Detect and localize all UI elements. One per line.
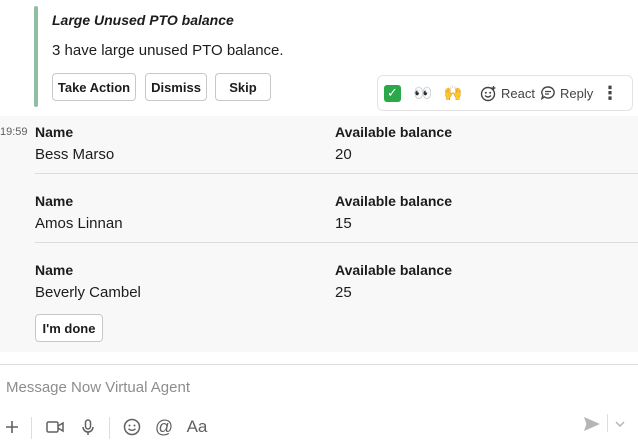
smiley-icon (123, 418, 141, 436)
toolbar-divider (31, 417, 32, 439)
row-1-balance-label: Available balance (335, 124, 452, 140)
row-2-balance-label: Available balance (335, 193, 452, 209)
row-3-balance-label: Available balance (335, 262, 452, 278)
take-action-button[interactable]: Take Action (52, 73, 136, 101)
reply-button[interactable]: Reply (536, 79, 598, 107)
send-options-button[interactable] (612, 412, 628, 436)
plus-icon (5, 420, 19, 434)
check-mark-icon: ✓ (384, 84, 401, 102)
reply-thread-icon (540, 85, 556, 101)
row-3-name-value: Beverly Cambel (35, 284, 141, 301)
row-1-name-value: Bess Marso (35, 146, 115, 163)
video-clip-button[interactable] (44, 415, 66, 439)
row-divider (35, 242, 638, 243)
row-2-balance-value: 15 (335, 215, 352, 232)
toolbar-divider (109, 417, 110, 439)
more-vertical-icon: ⋮ (601, 82, 619, 103)
react-eyes-button[interactable]: 👀 (414, 79, 444, 107)
audio-clip-button[interactable] (78, 415, 98, 439)
dismiss-button[interactable]: Dismiss (145, 73, 207, 101)
im-done-button[interactable]: I'm done (35, 314, 103, 342)
microphone-icon (81, 418, 95, 436)
mention-button[interactable]: @ (153, 415, 175, 439)
react-raised-hands-button[interactable]: 🙌 (444, 79, 474, 107)
send-button[interactable] (580, 412, 604, 436)
pto-attachment: Large Unused PTO balance 3 have large un… (0, 0, 638, 116)
row-2-name-value: Amos Linnan (35, 215, 123, 232)
message-row: 19:59 Name Bess Marso Available balance … (0, 116, 638, 352)
row-2-name-label: Name (35, 193, 74, 209)
reply-label: Reply (560, 85, 594, 101)
row-1-name-label: Name (35, 124, 74, 140)
emoji-button[interactable] (121, 415, 143, 439)
attachment-body: 3 have large unused PTO balance. (52, 42, 284, 59)
chevron-down-icon (615, 420, 625, 428)
video-camera-icon (45, 420, 65, 434)
row-3-name-label: Name (35, 262, 74, 278)
attachment-accent-bar (34, 6, 38, 107)
add-reaction-icon (480, 85, 497, 102)
app-root: Large Unused PTO balance 3 have large un… (0, 0, 638, 448)
attachment-title: Large Unused PTO balance (52, 12, 234, 28)
message-composer: Message Now Virtual Agent @ Aa (0, 364, 638, 448)
react-label: React (501, 85, 535, 101)
add-attachment-button[interactable] (2, 415, 22, 439)
message-timestamp[interactable]: 19:59 (0, 126, 28, 138)
formatting-button[interactable]: Aa (184, 415, 210, 439)
react-button[interactable]: React (474, 79, 536, 107)
formatting-label: Aa (186, 417, 208, 436)
at-sign-icon: @ (154, 416, 174, 437)
row-1-balance-value: 20 (335, 146, 352, 163)
message-input[interactable]: Message Now Virtual Agent (6, 379, 190, 396)
message-actions-toolbar: ✓ 👀 🙌 React Reply ⋮ (377, 75, 633, 111)
send-paper-plane-icon (583, 416, 601, 432)
raised-hands-emoji-icon: 🙌 (443, 85, 463, 102)
skip-button[interactable]: Skip (215, 73, 271, 101)
react-check-button[interactable]: ✓ (384, 79, 414, 107)
row-divider (35, 173, 638, 174)
eyes-emoji-icon: 👀 (413, 85, 433, 102)
more-actions-button[interactable]: ⋮ (598, 79, 622, 107)
row-3-balance-value: 25 (335, 284, 352, 301)
send-divider (607, 414, 608, 432)
